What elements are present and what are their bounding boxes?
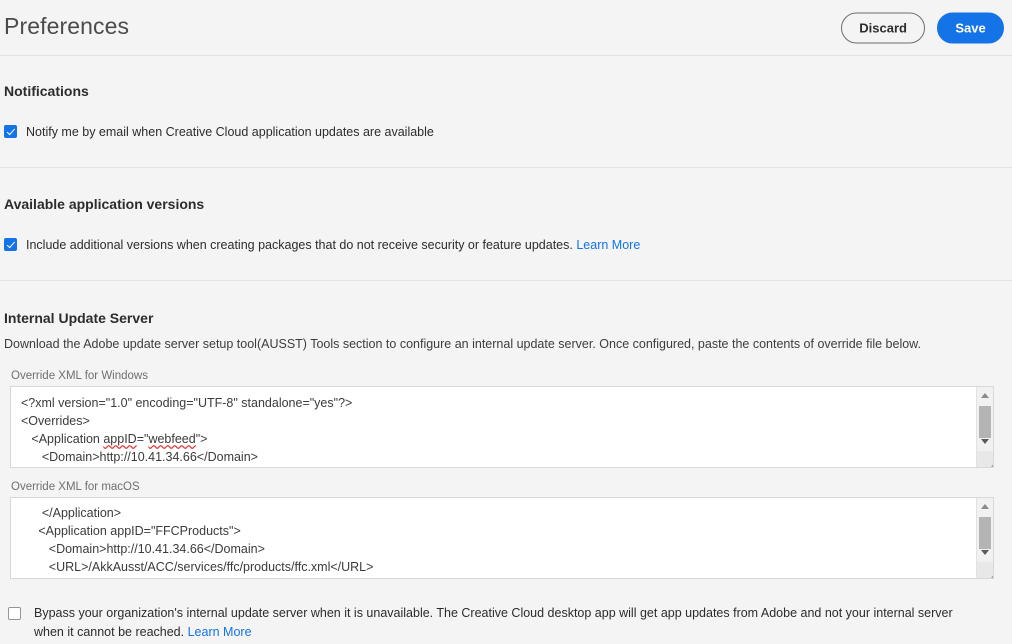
windows-xml-line-4: <Domain>http://10.41.34.66</Domain> (21, 450, 258, 464)
windows-xml-line-3-suffix: "> (196, 432, 208, 446)
notifications-section: Notifications Notify me by email when Cr… (0, 56, 1012, 141)
macos-xml-line-3: <Domain>http://10.41.34.66</Domain> (21, 542, 265, 556)
scroll-up-icon[interactable] (977, 387, 993, 404)
windows-xml-line-3-prefix: <Application (21, 432, 103, 446)
macos-xml-line-5: </Application> (21, 578, 121, 579)
macos-xml-line-2: <Application appID="FFCProducts"> (21, 524, 241, 538)
windows-xml-textarea[interactable]: <?xml version="1.0" encoding="UTF-8" sta… (10, 386, 994, 468)
include-additional-versions-checkbox[interactable] (4, 238, 17, 251)
available-versions-title: Available application versions (4, 196, 1008, 212)
windows-xml-line-2: <Overrides> (21, 414, 90, 428)
scroll-down-icon[interactable] (977, 433, 993, 450)
macos-xml-resize-handle[interactable] (977, 562, 993, 578)
windows-xml-resize-handle[interactable] (977, 451, 993, 467)
page-header: Preferences Discard Save (0, 0, 1012, 56)
bypass-server-label: Bypass your organization's internal upda… (34, 604, 972, 640)
internal-update-server-section: Internal Update Server Download the Adob… (0, 281, 1012, 353)
macos-xml-textarea[interactable]: </Application> <Application appID="FFCPr… (10, 497, 994, 579)
bypass-server-learn-more-link[interactable]: Learn More (188, 625, 252, 639)
windows-xml-line-3-attr: appID (103, 432, 136, 446)
header-actions: Discard Save (841, 12, 1004, 43)
notify-email-checkbox[interactable] (4, 125, 17, 138)
available-versions-section: Available application versions Include a… (0, 168, 1012, 254)
include-additional-versions-text: Include additional versions when creatin… (26, 238, 573, 252)
windows-xml-line-3: <Application appID="webfeed"> (21, 432, 207, 446)
bypass-server-text: Bypass your organization's internal upda… (34, 606, 953, 638)
bypass-server-checkbox[interactable] (8, 607, 21, 620)
notify-email-row[interactable]: Notify me by email when Creative Cloud a… (4, 124, 1008, 141)
save-button[interactable]: Save (937, 12, 1004, 43)
windows-xml-label: Override XML for Windows (0, 370, 1012, 382)
discard-button[interactable]: Discard (841, 12, 925, 43)
windows-xml-line-3-value: webfeed (148, 432, 195, 446)
internal-update-server-description: Download the Adobe update server setup t… (4, 335, 1008, 353)
windows-xml-line-3-mid: =" (137, 432, 149, 446)
available-versions-learn-more-link[interactable]: Learn More (576, 238, 640, 252)
windows-xml-content[interactable]: <?xml version="1.0" encoding="UTF-8" sta… (11, 387, 975, 466)
windows-xml-line-1: <?xml version="1.0" encoding="UTF-8" sta… (21, 396, 352, 410)
scroll-down-icon[interactable] (977, 544, 993, 561)
macos-xml-label: Override XML for macOS (0, 481, 1012, 493)
windows-xml-field: Override XML for Windows <?xml version="… (0, 370, 1012, 468)
include-additional-versions-label: Include additional versions when creatin… (26, 236, 640, 254)
macos-xml-line-1: </Application> (21, 506, 121, 520)
macos-xml-field: Override XML for macOS </Application> <A… (0, 481, 1012, 579)
scroll-up-icon[interactable] (977, 498, 993, 515)
bypass-server-row[interactable]: Bypass your organization's internal upda… (0, 605, 1012, 640)
page-title: Preferences (0, 15, 129, 38)
notify-email-label: Notify me by email when Creative Cloud a… (26, 123, 434, 141)
macos-xml-line-4: <URL>/AkkAusst/ACC/services/ffc/products… (21, 560, 373, 574)
internal-update-server-title: Internal Update Server (4, 310, 1008, 326)
macos-xml-content[interactable]: </Application> <Application appID="FFCPr… (11, 498, 975, 579)
notifications-title: Notifications (4, 83, 1008, 99)
include-additional-versions-row[interactable]: Include additional versions when creatin… (4, 237, 1008, 254)
